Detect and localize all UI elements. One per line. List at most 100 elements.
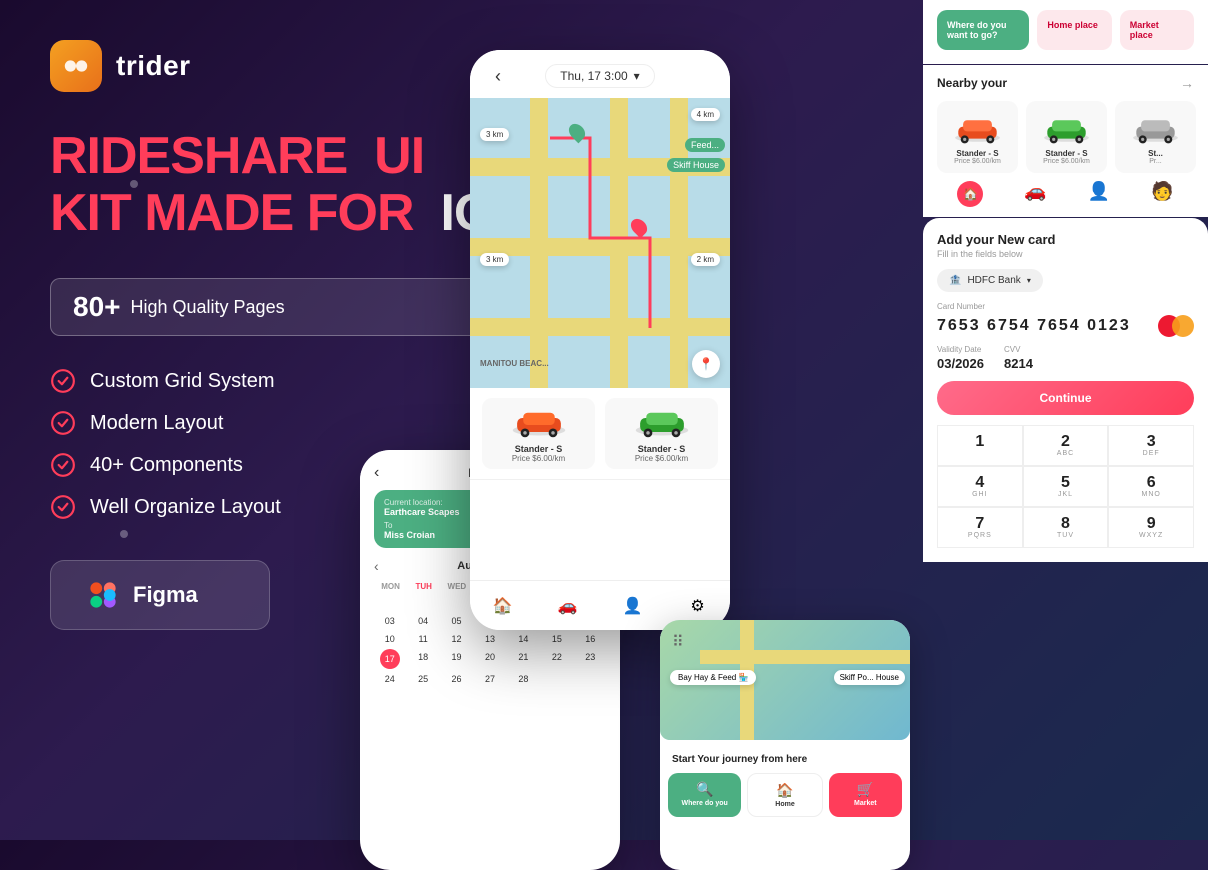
- cal-day-13[interactable]: 13: [474, 631, 505, 647]
- cal-day-20[interactable]: 20: [474, 649, 505, 669]
- nav-home-icon[interactable]: 🏠: [489, 592, 517, 620]
- nav-profile-icon[interactable]: 👤: [619, 592, 647, 620]
- num-key-5[interactable]: 5 JKL: [1023, 466, 1109, 507]
- phone-map-main: ‹ Thu, 17 3:00 ▾ 3 km 4 km 3 km 2 km: [470, 50, 730, 630]
- nav-settings-icon[interactable]: ⚙: [684, 592, 712, 620]
- cal-day-10[interactable]: 10: [374, 631, 405, 647]
- journey-where-btn[interactable]: 🔍 Where do you: [668, 773, 741, 817]
- locate-btn[interactable]: 📍: [692, 350, 720, 378]
- check-icon-2: [50, 410, 76, 436]
- dest-where-btn[interactable]: Where do you want to go?: [937, 10, 1029, 50]
- cal-day-19[interactable]: 19: [441, 649, 472, 669]
- bank-selector[interactable]: 🏦 HDFC Bank ▾: [937, 269, 1043, 292]
- num-key-8[interactable]: 8 TUV: [1023, 507, 1109, 548]
- cal-day-21[interactable]: 21: [508, 649, 539, 669]
- cal-day-27[interactable]: 27: [474, 671, 505, 687]
- feature-label-4: Well Organize Layout: [90, 496, 281, 519]
- location-from-value: Earthcare Scapes: [384, 507, 476, 517]
- dest-home-btn[interactable]: Home place: [1037, 10, 1111, 50]
- dist-2: 4 km: [691, 108, 720, 121]
- day-wed: WED: [440, 582, 473, 591]
- journey-title-area: Start Your journey from here: [660, 748, 910, 769]
- bank-icon: 🏦: [949, 275, 961, 286]
- nav-profile-icon-b[interactable]: 👤: [1088, 181, 1110, 207]
- car-img-orange: [504, 404, 574, 439]
- dest-buttons-row: Where do you want to go? Home place Mark…: [937, 10, 1194, 50]
- cal-day-16[interactable]: 16: [575, 631, 606, 647]
- cal-day-23[interactable]: 23: [575, 649, 606, 669]
- nearby-car-3-name: St...: [1123, 149, 1188, 158]
- map-date-chevron: ▾: [634, 69, 640, 83]
- figma-button[interactable]: Figma: [50, 560, 270, 630]
- nearby-car-2-price: Price $6.00/km: [1034, 158, 1099, 165]
- logo-icon: [50, 40, 102, 92]
- cvv-field: CVV 8214: [1004, 345, 1033, 371]
- cal-day-26[interactable]: 26: [441, 671, 472, 687]
- numpad: 1 2 ABC 3 DEF 4 GHI 5 JKL 6 MNO: [937, 425, 1194, 548]
- cal-day-15[interactable]: 15: [541, 631, 572, 647]
- nearby-car-3[interactable]: St... Pr...: [1115, 101, 1196, 173]
- num-key-2[interactable]: 2 ABC: [1023, 425, 1109, 466]
- skiff-label: Skiff House: [667, 158, 725, 172]
- day-mon: MON: [374, 582, 407, 591]
- cal-day-28[interactable]: 28: [508, 671, 539, 687]
- nearby-cars-row: Stander - S Price $6.00/km Stander - S P…: [937, 101, 1194, 173]
- where-icon: 🔍: [674, 781, 735, 798]
- car-card-green[interactable]: Stander - S Price $6.00/km: [605, 398, 718, 469]
- cvv-value: 8214: [1004, 356, 1033, 371]
- mastercard-icon: [1158, 315, 1194, 337]
- middle-phones-container: ‹ Dates Current location: Earthcare Scap…: [360, 30, 920, 870]
- bank-chevron-icon: ▾: [1027, 276, 1031, 285]
- market-label: Market: [835, 800, 896, 807]
- calendar-back-btn[interactable]: ‹: [374, 464, 379, 482]
- nearby-car-1[interactable]: Stander - S Price $6.00/km: [937, 101, 1018, 173]
- cal-day-04[interactable]: 04: [407, 613, 438, 629]
- cal-day-24[interactable]: 24: [374, 671, 405, 687]
- calendar-prev-btn[interactable]: ‹: [374, 558, 379, 574]
- nearby-car-2[interactable]: Stander - S Price $6.00/km: [1026, 101, 1107, 173]
- nearby-car-2-img: [1034, 109, 1099, 145]
- journey-home-btn[interactable]: 🏠 Home: [747, 773, 822, 817]
- journey-map: Bay Hay & Feed 🏪 Skiff Po... House ⠿: [660, 620, 910, 740]
- dest-where-label: Where do you want to go?: [947, 20, 1007, 40]
- car-card-orange[interactable]: Stander - S Price $6.00/km: [482, 398, 595, 469]
- car2-price: Price $6.00/km: [611, 454, 712, 463]
- num-key-6[interactable]: 6 MNO: [1108, 466, 1194, 507]
- map-body: 3 km 4 km 3 km 2 km Feed... Skiff House …: [470, 98, 730, 388]
- car1-price: Price $6.00/km: [488, 454, 589, 463]
- headline-kit: KIT MADE FOR: [50, 184, 414, 242]
- payment-section: Add your New card Fill in the fields bel…: [923, 218, 1208, 562]
- nav-home-dot[interactable]: 🏠: [957, 181, 983, 207]
- location-to-value: Miss Croian: [384, 530, 476, 540]
- payment-title: Add your New card: [937, 232, 1194, 247]
- num-key-4[interactable]: 4 GHI: [937, 466, 1023, 507]
- journey-market-btn[interactable]: 🛒 Market: [829, 773, 902, 817]
- dest-market-btn[interactable]: Market place: [1120, 10, 1194, 50]
- continue-button[interactable]: Continue: [937, 381, 1194, 415]
- cal-day-25[interactable]: 25: [407, 671, 438, 687]
- payment-subtitle: Fill in the fields below: [937, 249, 1194, 259]
- home-label: Home: [754, 801, 815, 808]
- cal-day-05[interactable]: 05: [441, 613, 472, 629]
- nav-user-icon-b[interactable]: 🧑: [1151, 181, 1173, 207]
- map-date-text: Thu, 17 3:00: [560, 69, 627, 83]
- num-key-7[interactable]: 7 PQRS: [937, 507, 1023, 548]
- card-details-row: Validity Date 03/2026 CVV 8214: [937, 345, 1194, 371]
- num-key-9[interactable]: 9 WXYZ: [1108, 507, 1194, 548]
- nav-car-icon-b[interactable]: 🚗: [1024, 181, 1046, 207]
- cvv-label: CVV: [1004, 345, 1033, 354]
- map-back-btn[interactable]: ‹: [484, 62, 512, 90]
- cal-day-14[interactable]: 14: [508, 631, 539, 647]
- cal-day-11[interactable]: 11: [407, 631, 438, 647]
- num-key-1[interactable]: 1: [937, 425, 1023, 466]
- num-key-3[interactable]: 3 DEF: [1108, 425, 1194, 466]
- cal-day-22[interactable]: 22: [541, 649, 572, 669]
- cal-day-12[interactable]: 12: [441, 631, 472, 647]
- map-date-badge: Thu, 17 3:00 ▾: [545, 64, 654, 88]
- nearby-car-3-price: Pr...: [1123, 158, 1188, 165]
- cal-day-17-today[interactable]: 17: [380, 649, 400, 669]
- cal-day-03[interactable]: 03: [374, 613, 405, 629]
- nav-car-icon[interactable]: 🚗: [554, 592, 582, 620]
- cal-day-18[interactable]: 18: [407, 649, 438, 669]
- nearby-arrow[interactable]: →: [1180, 75, 1194, 91]
